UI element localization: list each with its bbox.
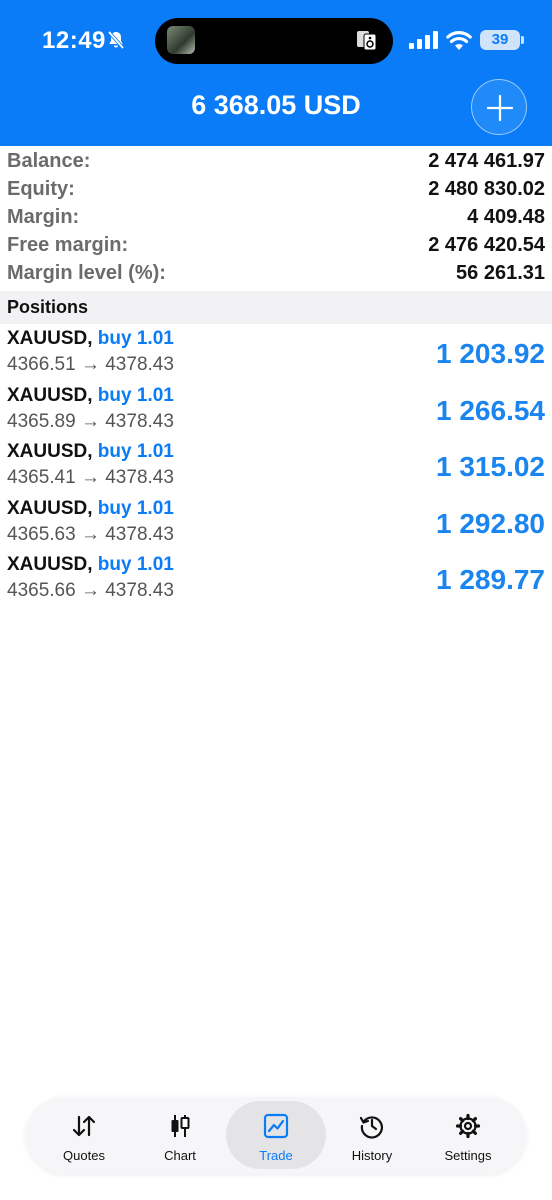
position-row[interactable]: XAUUSD, buy 1.01 4365.89 → 4378.43 1 266…: [0, 381, 552, 438]
position-profit: 1 315.02: [436, 451, 545, 482]
position-prices: 4366.51 → 4378.43: [7, 354, 174, 375]
symbol-text: XAUUSD,: [7, 328, 93, 349]
signal-icon: [409, 31, 438, 49]
margin-level-label: Margin level (%):: [7, 262, 166, 284]
status-time: 12:49: [42, 27, 106, 54]
media-thumbnail: [167, 26, 195, 54]
balance-label: Balance:: [7, 150, 91, 172]
tab-label: Settings: [444, 1148, 492, 1163]
position-side: buy 1.01: [97, 441, 174, 462]
summary-row-balance: Balance: 2 474 461.97: [0, 146, 552, 174]
summary-row-margin: Margin: 4 409.48: [0, 202, 552, 230]
position-profit: 1 266.54: [436, 394, 545, 426]
chart-icon: [171, 1115, 190, 1137]
tab-label: Chart: [164, 1148, 196, 1163]
summary-row-margin-level: Margin level (%): 56 261.31: [0, 258, 552, 286]
equity-value: 2 480 830.02: [428, 178, 545, 200]
tab-label: Trade: [259, 1148, 293, 1163]
position-profit: 1 292.80: [436, 507, 545, 539]
position-profit: 1 203.92: [436, 338, 545, 369]
page-title: 6 368.05 USD: [191, 90, 361, 120]
symbol-text: XAUUSD,: [7, 384, 93, 406]
bottom-tab-bar: Quotes Chart Trade History Settings: [26, 1097, 526, 1174]
summary-row-free-margin: Free margin: 2 476 420.54: [0, 230, 552, 258]
symbol-text: XAUUSD,: [7, 441, 93, 462]
position-row[interactable]: XAUUSD, buy 1.01 4366.51 → 4378.43 1 203…: [0, 324, 552, 381]
add-order-button[interactable]: [471, 79, 527, 135]
dynamic-island: [155, 18, 393, 64]
tab-chart[interactable]: Chart: [130, 1101, 230, 1169]
margin-level-value: 56 261.31: [456, 262, 545, 284]
speaker-icon: [357, 31, 377, 51]
symbol-text: XAUUSD,: [7, 554, 93, 575]
battery-tip: [521, 36, 524, 44]
position-prices: 4365.66 → 4378.43: [7, 580, 174, 601]
position-symbol: XAUUSD, buy 1.01: [7, 498, 174, 520]
position-symbol: XAUUSD, buy 1.01: [7, 554, 174, 576]
wifi-icon: [446, 31, 472, 50]
tab-label: Quotes: [63, 1148, 105, 1163]
battery-indicator: 39: [480, 30, 520, 50]
free-margin-label: Free margin:: [7, 234, 129, 256]
position-symbol: XAUUSD, buy 1.01: [7, 441, 174, 463]
position-row[interactable]: XAUUSD, buy 1.01 4365.66 → 4378.43 1 289…: [0, 550, 552, 607]
position-symbol: XAUUSD, buy 1.01: [7, 328, 174, 350]
positions-list: XAUUSD, buy 1.01 4366.51 → 4378.43 1 203…: [0, 324, 552, 607]
position-row[interactable]: XAUUSD, buy 1.01 4365.63 → 4378.43 1 292…: [0, 494, 552, 551]
history-icon: [359, 1116, 383, 1139]
position-symbol: XAUUSD, buy 1.01: [7, 385, 174, 407]
position-prices: 4365.41 → 4378.43: [7, 467, 174, 488]
bell-muted-icon: [107, 30, 125, 50]
tab-trade[interactable]: Trade: [226, 1101, 326, 1169]
summary-row-equity: Equity: 2 480 830.02: [0, 174, 552, 202]
tab-quotes[interactable]: Quotes: [34, 1101, 134, 1169]
header-bar: 12:49 39 6 368.05 USD: [0, 0, 552, 146]
margin-value: 4 409.48: [467, 206, 545, 228]
position-side: buy 1.01: [97, 384, 174, 406]
account-summary: Balance: 2 474 461.97 Equity: 2 480 830.…: [0, 146, 552, 286]
positions-title: Positions: [7, 297, 89, 317]
position-row[interactable]: XAUUSD, buy 1.01 4365.41 → 4378.43 1 315…: [0, 437, 552, 494]
tab-history[interactable]: History: [322, 1101, 422, 1169]
position-side: buy 1.01: [97, 328, 174, 349]
position-side: buy 1.01: [97, 554, 174, 575]
position-prices: 4365.89 → 4378.43: [7, 410, 174, 432]
settings-icon: [455, 1113, 481, 1139]
balance-value: 2 474 461.97: [428, 150, 545, 172]
position-side: buy 1.01: [97, 497, 174, 519]
margin-label: Margin:: [7, 206, 80, 228]
tab-label: History: [351, 1148, 393, 1163]
position-prices: 4365.63 → 4378.43: [7, 523, 174, 545]
quotes-icon: [72, 1115, 96, 1137]
positions-section-header: Positions: [0, 291, 552, 324]
tab-settings[interactable]: Settings: [418, 1101, 518, 1169]
position-profit: 1 289.77: [436, 564, 545, 595]
equity-label: Equity:: [7, 178, 75, 200]
free-margin-value: 2 476 420.54: [428, 234, 545, 256]
symbol-text: XAUUSD,: [7, 497, 93, 519]
plus-icon: [487, 95, 513, 121]
trade-icon: [263, 1113, 289, 1139]
